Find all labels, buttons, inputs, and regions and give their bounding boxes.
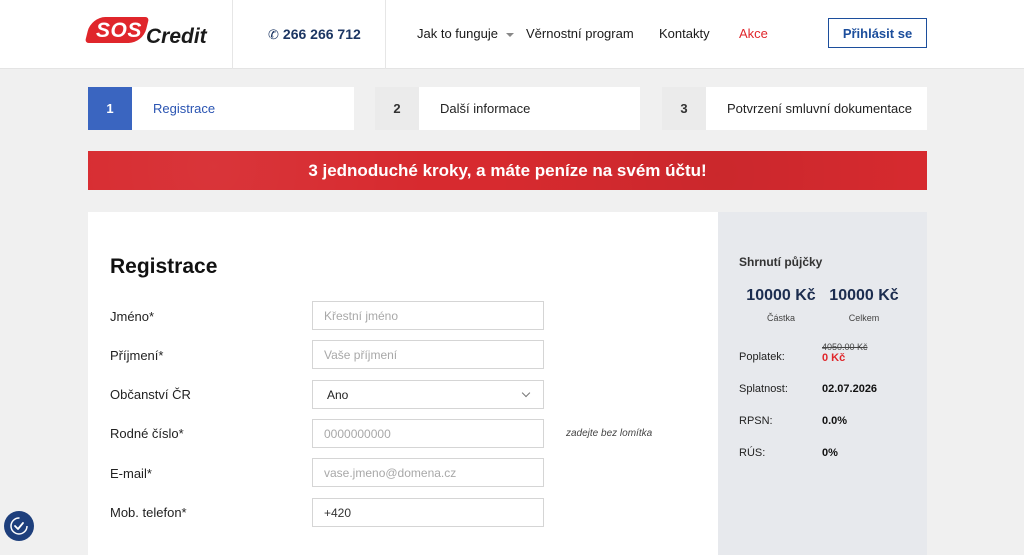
step-additional-info: 2 Další informace [375,87,640,130]
form-title: Registrace [110,255,218,278]
rus-value: 0% [822,447,838,459]
step-confirmation: 3 Potvrzení smluvní dokumentace [662,87,927,130]
step-registration: 1 Registrace [88,87,354,130]
login-button[interactable]: Přihlásit se [828,18,927,48]
header-divider [385,0,386,69]
sos-credit-logo[interactable]: SOS Credit [84,17,213,49]
birth-number-hint: zadejte bez lomítka [566,428,653,439]
rus-label: RÚS: [739,447,766,459]
birth-number-label: Rodné číslo* [110,426,184,441]
first-name-label: Jméno* [110,309,155,324]
loan-amount-value: 10000 Kč [746,287,816,304]
due-date-label: Splatnost: [739,383,788,395]
last-name-label: Příjmení* [110,348,164,363]
nav-loyalty[interactable]: Věrnostní program [526,26,634,41]
phone-label: Mob. telefon* [110,505,187,520]
email-input[interactable] [312,458,544,487]
rpsn-label: RPSN: [739,415,773,427]
nav-contacts[interactable]: Kontakty [659,26,710,41]
birth-number-input[interactable] [312,419,544,448]
fee-old-value: 4050.00 Kč [822,342,868,352]
header-divider [232,0,233,69]
nav-how-it-works-label: Jak to funguje [417,26,498,41]
step-number: 1 [88,87,132,130]
email-label: E-mail* [110,466,152,481]
loan-total-value: 10000 Kč [829,287,899,304]
phone-input[interactable] [312,498,544,527]
fee-label: Poplatek: [739,351,785,363]
rpsn-value: 0.0% [822,415,848,427]
phone-number: 266 266 712 [282,26,361,42]
last-name-input[interactable] [312,340,544,369]
nav-how-it-works[interactable]: Jak to funguje [417,26,514,41]
first-name-input[interactable] [312,301,544,330]
step-label: Registrace [153,101,216,116]
step-label: Potvrzení smluvní dokumentace [727,101,912,116]
step-number: 3 [662,87,706,130]
citizenship-select[interactable]: Ano [312,380,544,409]
fee-new-value: 0 Kč [822,352,846,364]
loan-summary: Shrnutí půjčky 10000 Kč Částka 10000 Kč … [718,212,927,555]
loan-total-label: Celkem [848,313,880,323]
citizenship-selected-value: Ano [327,387,349,402]
phone-link[interactable]: ✆ 266 266 712 [268,26,361,43]
site-header: SOS Credit ✆ 266 266 712 Jak to funguje V… [0,0,1024,69]
registration-form: Registrace Jméno* Příjmení* Občanství ČR… [88,212,718,555]
step-label: Další informace [440,101,531,116]
chevron-down-icon [521,388,531,398]
loan-amount-label: Částka [766,313,795,323]
logo-sos-text: SOS [96,19,142,42]
chevron-down-icon [505,32,514,37]
accessibility-button[interactable] [4,511,34,541]
step-number: 2 [375,87,419,130]
citizenship-label: Občanství ČR [110,387,191,402]
accessibility-icon [10,517,28,535]
logo-credit-text: Credit [146,25,207,48]
due-date-value: 02.07.2026 [822,383,878,395]
promo-banner: 3 jednoduché kroky, a máte peníze na své… [88,151,927,190]
phone-icon: ✆ [268,27,279,42]
nav-promo[interactable]: Akce [739,26,768,41]
summary-title: Shrnutí půjčky [739,255,823,269]
